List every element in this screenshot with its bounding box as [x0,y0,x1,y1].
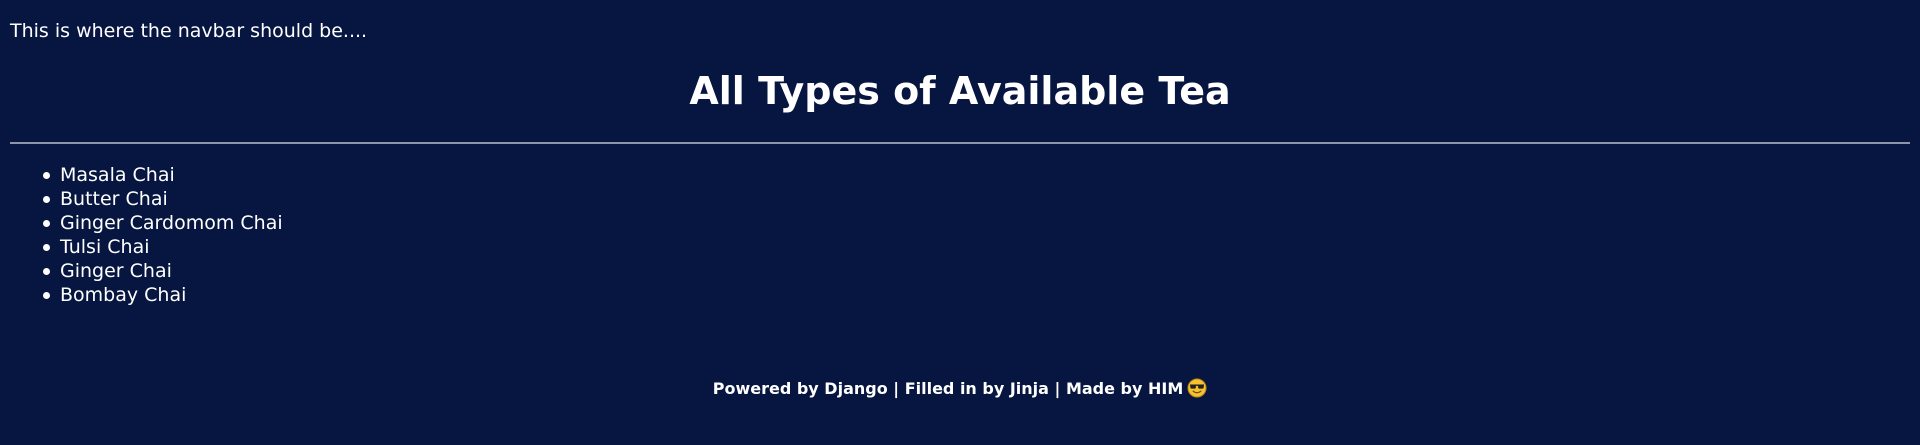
divider [10,142,1910,144]
bullet-icon [43,292,50,299]
footer-text: Powered by Django | Filled in by Jinja |… [712,379,1184,398]
tea-name: Tulsi Chai [60,236,150,258]
sunglasses-face-icon [1187,378,1207,398]
tea-name: Masala Chai [60,164,175,186]
list-item: Ginger Chai [43,259,283,283]
list-item: Bombay Chai [43,283,283,307]
list-item: Tulsi Chai [43,235,283,259]
bullet-icon [43,220,50,227]
bullet-icon [43,244,50,251]
list-item: Ginger Cardomom Chai [43,211,283,235]
list-item: Butter Chai [43,187,283,211]
footer: Powered by Django | Filled in by Jinja |… [0,377,1920,401]
tea-name: Ginger Cardomom Chai [60,212,283,234]
bullet-icon [43,196,50,203]
page: This is where the navbar should be.... A… [0,0,1920,445]
tea-name: Bombay Chai [60,284,187,306]
page-title: All Types of Available Tea [689,69,1231,113]
navbar-placeholder: This is where the navbar should be.... [10,20,368,42]
tea-name: Butter Chai [60,188,168,210]
list-item: Masala Chai [43,163,283,187]
tea-list: Masala Chai Butter Chai Ginger Cardomom … [20,163,283,307]
bullet-icon [43,172,50,179]
bullet-icon [43,268,50,275]
tea-name: Ginger Chai [60,260,172,282]
